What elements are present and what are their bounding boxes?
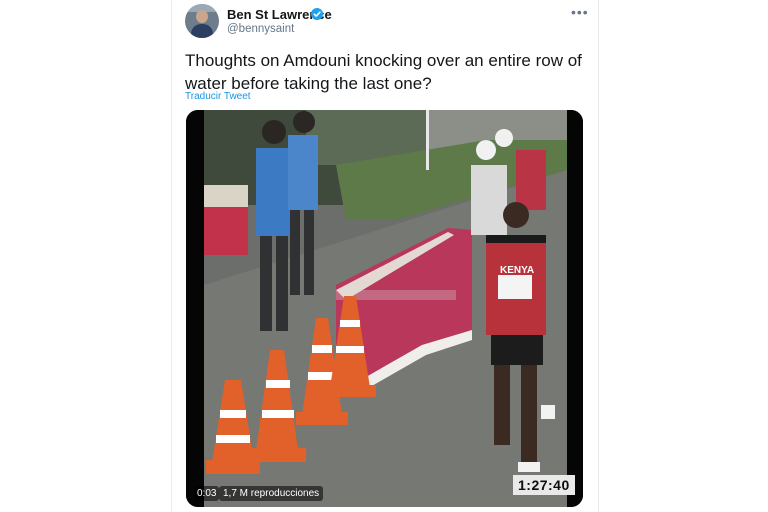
tweet-text: Thoughts on Amdouni knocking over an ent…	[185, 51, 582, 93]
avatar[interactable]	[185, 4, 219, 38]
more-options-icon[interactable]: •••	[571, 4, 589, 20]
race-clock: 1:27:40	[513, 475, 575, 495]
author-handle[interactable]: @bennysaint	[227, 23, 294, 35]
tweet-card: Ben St Lawrence @bennysaint ••• Thoughts…	[0, 0, 768, 512]
video-player[interactable]: KENYA	[186, 110, 583, 507]
timeline-border-left	[171, 0, 172, 512]
timeline-border-right	[598, 0, 599, 512]
video-view-count: 1,7 M reproducciones	[219, 486, 324, 501]
verified-badge-icon	[311, 8, 323, 20]
runner-bib-text: KENYA	[500, 265, 534, 276]
video-frame: KENYA	[186, 110, 583, 507]
video-elapsed-time: 0:03	[194, 486, 220, 501]
translate-link[interactable]: Traducir Tweet	[185, 91, 251, 102]
